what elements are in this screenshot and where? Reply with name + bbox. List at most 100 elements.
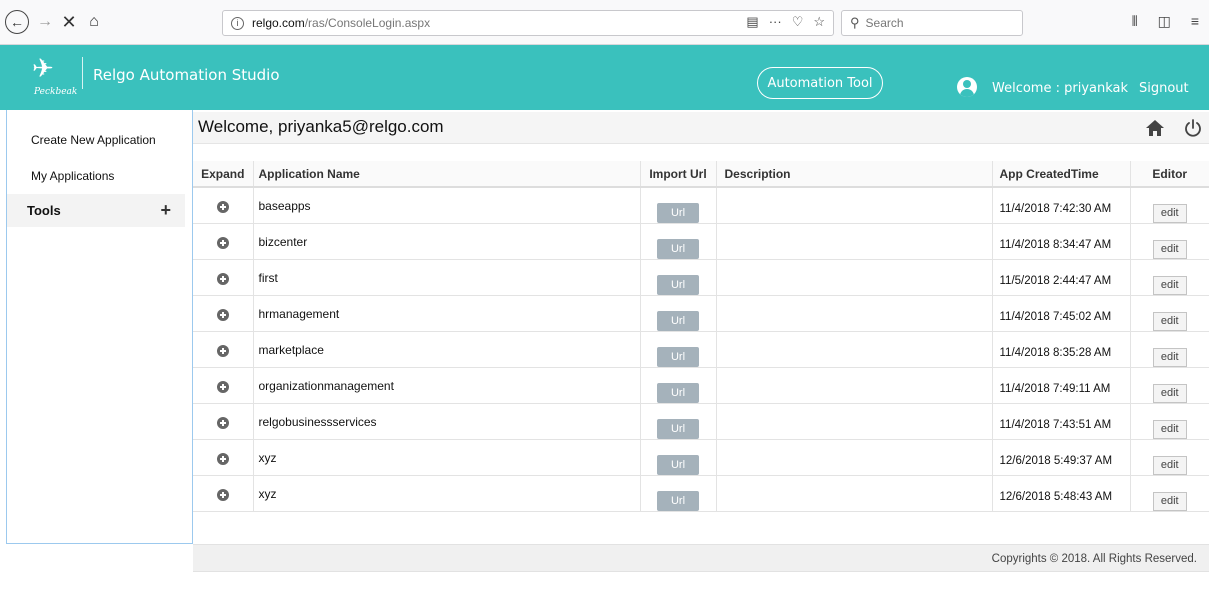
reader-view-icon[interactable]: ▤ — [746, 14, 758, 30]
info-icon[interactable]: i — [231, 16, 244, 30]
import-url-cell: Url — [640, 367, 717, 404]
expand-cell — [193, 475, 254, 512]
created-time-cell: 11/4/2018 7:42:30 AM — [992, 187, 1131, 224]
editor-cell: edit — [1130, 259, 1209, 296]
expand-plus-icon[interactable] — [216, 489, 229, 501]
description-cell — [716, 187, 993, 224]
bookmark-star-icon[interactable]: ☆ — [813, 14, 825, 30]
expand-cell — [193, 331, 254, 368]
back-arrow-icon[interactable]: ← — [5, 10, 29, 34]
hummingbird-icon: ✈ — [32, 53, 54, 83]
editor-cell: edit — [1130, 331, 1209, 368]
menu-icon[interactable]: ≡ — [1191, 13, 1199, 30]
expand-cell — [193, 403, 254, 440]
url-path: /ras/ConsoleLogin.aspx — [304, 16, 431, 30]
application-name-cell: baseapps — [253, 187, 641, 224]
home-icon[interactable] — [1145, 119, 1165, 137]
created-time-cell: 11/4/2018 7:49:11 AM — [992, 367, 1131, 404]
welcome-user-text: Welcome : priyankak — [992, 81, 1129, 96]
signout-link[interactable]: Signout — [1139, 81, 1189, 96]
expand-cell — [193, 439, 254, 476]
created-time-cell: 11/4/2018 7:43:51 AM — [992, 403, 1131, 440]
sidebar: Create New Application My Applications T… — [6, 110, 193, 544]
sidebar-toggle-icon[interactable]: ◫ — [1158, 13, 1171, 30]
url-button[interactable]: Url — [657, 347, 699, 367]
import-url-cell: Url — [640, 331, 717, 368]
expand-plus-icon[interactable] — [216, 453, 229, 465]
url-button[interactable]: Url — [657, 491, 699, 511]
description-cell — [716, 331, 993, 368]
table-row: hrmanagement Url 11/4/2018 7:45:02 AM edit — [193, 295, 1209, 332]
column-header-import-url: Import Url — [640, 161, 717, 188]
description-cell — [716, 367, 993, 404]
plus-icon[interactable]: + — [160, 200, 171, 221]
peckbeak-logo[interactable]: ✈ Peckbeak — [20, 51, 80, 103]
library-icon[interactable]: ⫴ — [1132, 13, 1138, 30]
edit-button[interactable]: edit — [1152, 275, 1187, 295]
power-icon[interactable] — [1183, 118, 1203, 138]
page-actions-icon[interactable]: ··· — [769, 14, 782, 30]
application-name-cell: xyz — [253, 439, 641, 476]
editor-cell: edit — [1130, 295, 1209, 332]
automation-tool-button[interactable]: Automation Tool — [757, 67, 883, 99]
application-name-cell: organizationmanagement — [253, 367, 641, 404]
application-name-cell: bizcenter — [253, 223, 641, 260]
edit-button[interactable]: edit — [1152, 419, 1187, 439]
import-url-cell: Url — [640, 187, 717, 224]
edit-button[interactable]: edit — [1152, 347, 1187, 367]
url-button[interactable]: Url — [657, 455, 699, 475]
created-time-cell: 11/4/2018 8:34:47 AM — [992, 223, 1131, 260]
editor-cell: edit — [1130, 223, 1209, 260]
application-name-cell: relgobusinessservices — [253, 403, 641, 440]
application-name-cell: xyz — [253, 475, 641, 512]
url-button[interactable]: Url — [657, 311, 699, 331]
home-icon[interactable]: ⌂ — [84, 11, 104, 33]
expand-cell — [193, 223, 254, 260]
forward-arrow-icon[interactable]: → — [36, 11, 54, 33]
table-row: relgobusinessservices Url 11/4/2018 7:43:5… — [193, 403, 1209, 440]
column-header-application-name: Application Name — [253, 161, 641, 188]
edit-button[interactable]: edit — [1152, 239, 1187, 259]
url-button[interactable]: Url — [657, 419, 699, 439]
stop-icon[interactable]: ✕ — [60, 11, 78, 33]
application-name-cell: first — [253, 259, 641, 296]
created-time-cell: 11/4/2018 8:35:28 AM — [992, 331, 1131, 368]
import-url-cell: Url — [640, 475, 717, 512]
search-icon: ⚲ — [850, 15, 860, 30]
expand-cell — [193, 187, 254, 224]
url-host: relgo.com — [252, 16, 305, 30]
description-cell — [716, 259, 993, 296]
editor-cell: edit — [1130, 187, 1209, 224]
created-time-cell: 11/4/2018 7:45:02 AM — [992, 295, 1131, 332]
table-row: baseapps Url 11/4/2018 7:42:30 AM edit — [193, 187, 1209, 224]
url-button[interactable]: Url — [657, 383, 699, 403]
url-button[interactable]: Url — [657, 239, 699, 259]
table-row: xyz Url 12/6/2018 5:49:37 AM edit — [193, 439, 1209, 476]
browser-search-input[interactable]: ⚲ Search — [841, 10, 1023, 36]
url-button[interactable]: Url — [657, 203, 699, 223]
url-button[interactable]: Url — [657, 275, 699, 295]
table-header-row: Expand Application Name Import Url Descr… — [193, 161, 1209, 188]
description-cell — [716, 223, 993, 260]
expand-plus-icon[interactable] — [216, 381, 229, 393]
pocket-icon[interactable]: ♡ — [792, 14, 804, 30]
expand-plus-icon[interactable] — [216, 237, 229, 249]
browser-toolbar: ← → ✕ ⌂ i relgo.com/ras/ConsoleLogin.asp… — [0, 0, 1209, 45]
sidebar-item-my-applications[interactable]: My Applications — [7, 169, 192, 183]
welcome-heading: Welcome, priyanka5@relgo.com — [198, 117, 444, 136]
edit-button[interactable]: edit — [1152, 383, 1187, 403]
edit-button[interactable]: edit — [1152, 455, 1187, 475]
sidebar-item-tools[interactable]: Tools + — [7, 194, 185, 227]
description-cell — [716, 295, 993, 332]
edit-button[interactable]: edit — [1152, 203, 1187, 223]
expand-plus-icon[interactable] — [216, 417, 229, 429]
address-bar[interactable]: i relgo.com/ras/ConsoleLogin.aspx ▤ ··· … — [222, 10, 834, 36]
expand-plus-icon[interactable] — [216, 273, 229, 285]
expand-plus-icon[interactable] — [216, 309, 229, 321]
sidebar-item-create-new-application[interactable]: Create New Application — [7, 133, 192, 147]
edit-button[interactable]: edit — [1152, 491, 1187, 511]
expand-plus-icon[interactable] — [216, 345, 229, 357]
edit-button[interactable]: edit — [1152, 311, 1187, 331]
expand-plus-icon[interactable] — [216, 201, 229, 213]
app-header: ✈ Peckbeak Relgo Automation Studio Autom… — [0, 45, 1209, 110]
